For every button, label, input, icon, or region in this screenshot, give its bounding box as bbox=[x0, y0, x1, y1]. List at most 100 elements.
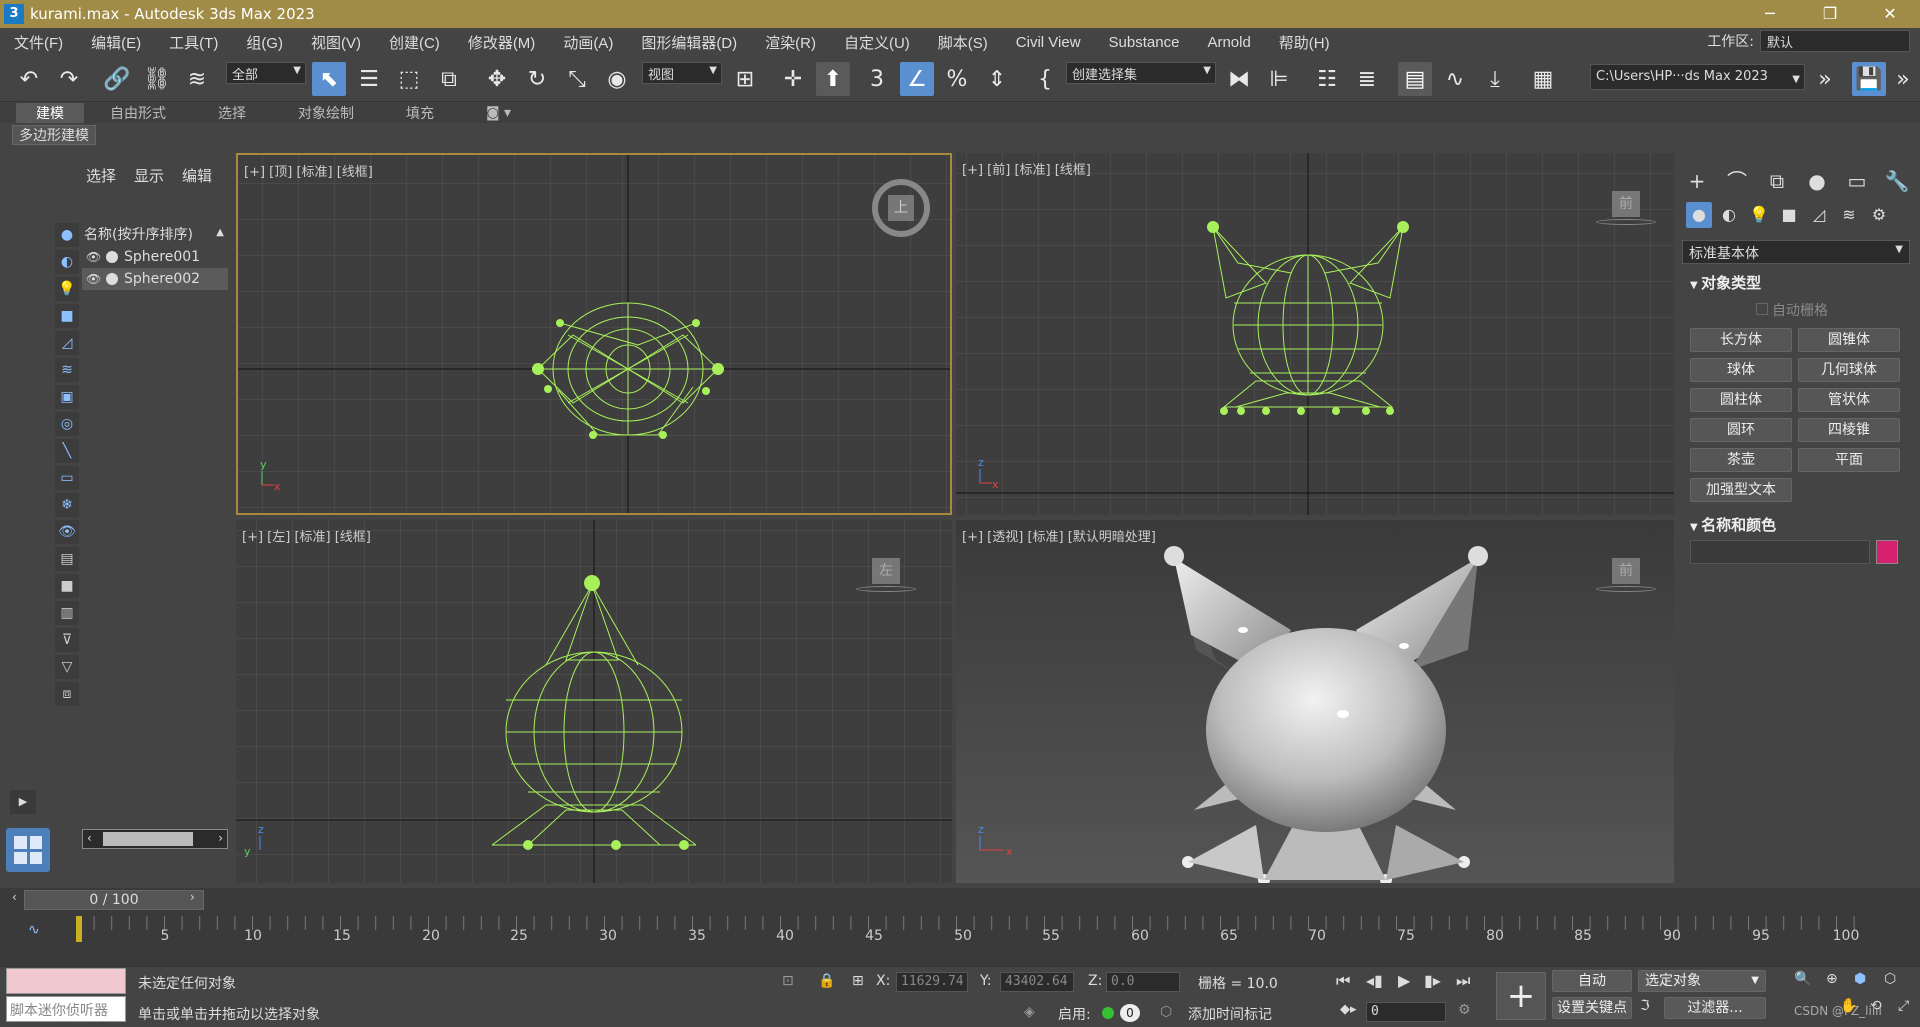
display-dependents-icon[interactable]: ▥ bbox=[55, 601, 79, 625]
menu-views[interactable]: 视图(V) bbox=[297, 32, 375, 53]
viewcube-face[interactable]: 前 bbox=[1612, 558, 1640, 584]
pyramid-button[interactable]: 四棱锥 bbox=[1798, 418, 1900, 442]
filter-icon[interactable]: ⊽ bbox=[55, 628, 79, 652]
angle-snap-icon[interactable]: ∠ bbox=[900, 62, 934, 96]
menu-substance[interactable]: Substance bbox=[1095, 34, 1194, 51]
ribbon-toggle-icon[interactable]: ▤ bbox=[1398, 62, 1432, 96]
schematic-view-icon[interactable]: ⤓ bbox=[1478, 62, 1512, 96]
ref-coord-dropdown[interactable]: 视图 ▼ bbox=[642, 62, 722, 84]
cameras-filter-icon[interactable]: ■ bbox=[55, 304, 79, 328]
time-slider[interactable]: 0 / 100 bbox=[24, 890, 204, 910]
viewcube[interactable]: 左 bbox=[856, 558, 916, 598]
rotate-icon[interactable]: ↻ bbox=[520, 62, 554, 96]
hidden-filter-icon[interactable]: 👁 bbox=[55, 520, 79, 544]
collapse-toolbar-icon[interactable]: » bbox=[1890, 62, 1916, 96]
menu-tools[interactable]: 工具(T) bbox=[155, 32, 232, 53]
lights-category-icon[interactable]: 💡 bbox=[1746, 202, 1772, 228]
save-icon[interactable]: 💾 bbox=[1852, 62, 1886, 96]
funnel-icon[interactable]: ▽ bbox=[55, 655, 79, 679]
explorer-tab-select[interactable]: 选择 bbox=[86, 165, 116, 186]
viewport-front[interactable]: z x [+] [前] [标准] [线框] 前 bbox=[956, 153, 1674, 515]
bones-filter-icon[interactable]: ╲ bbox=[55, 439, 79, 463]
list-item[interactable]: 👁 Sphere002 bbox=[82, 268, 228, 290]
zoom-extents-icon[interactable]: ⬢ bbox=[1854, 971, 1866, 987]
more-chevron-icon[interactable]: » bbox=[1808, 62, 1842, 96]
time-tag-icon[interactable]: ⬡ bbox=[1160, 1004, 1172, 1020]
layer-icon[interactable]: ⧈ bbox=[55, 682, 79, 706]
viewport-top[interactable]: y x [+] [顶] [标准] [线框] 上 bbox=[236, 153, 952, 515]
absolute-mode-icon[interactable]: ⊞ bbox=[852, 973, 864, 989]
prev-frame-icon[interactable]: ◂▮ bbox=[1366, 971, 1383, 990]
cone-button[interactable]: 圆锥体 bbox=[1798, 328, 1900, 352]
named-selection-icon[interactable]: { bbox=[1028, 62, 1062, 96]
set-key-plus-icon[interactable]: + bbox=[1496, 972, 1546, 1020]
add-time-tag[interactable]: 添加时间标记 bbox=[1188, 1004, 1272, 1024]
display-children-icon[interactable]: ▤ bbox=[55, 547, 79, 571]
z-coord-field[interactable]: 0.0 bbox=[1106, 972, 1180, 992]
adaptive-degradation-icon[interactable]: ◈ bbox=[1024, 1004, 1035, 1020]
teapot-button[interactable]: 茶壶 bbox=[1690, 448, 1792, 472]
pan-hand-icon[interactable]: ✋ bbox=[1840, 998, 1857, 1014]
motion-tab-icon[interactable]: ● bbox=[1802, 166, 1832, 196]
object-type-header[interactable]: ▼ 对象类型 bbox=[1690, 272, 1761, 293]
key-filter-dropdown[interactable]: 选定对象 ▼ bbox=[1638, 970, 1766, 992]
menu-create[interactable]: 创建(C) bbox=[375, 32, 454, 53]
ribbon-tab-modeling[interactable]: 建模 bbox=[16, 103, 84, 123]
name-column-header[interactable]: 名称(按升序排序) ▲ bbox=[82, 224, 228, 244]
scroll-right-icon[interactable]: › bbox=[218, 831, 223, 845]
menu-help[interactable]: 帮助(H) bbox=[1265, 32, 1344, 53]
zoom-icon[interactable]: 🔍 bbox=[1794, 971, 1811, 987]
helpers-filter-icon[interactable]: ◿ bbox=[55, 331, 79, 355]
viewcube-face[interactable]: 前 bbox=[1612, 191, 1640, 217]
expand-panel-icon[interactable]: ▶ bbox=[10, 790, 36, 814]
named-selection-dropdown[interactable]: 创建选择集 ▼ bbox=[1066, 62, 1216, 84]
viewport-label[interactable]: [+] [顶] [标准] [线框] bbox=[244, 161, 373, 180]
zoom-extents-all-icon[interactable]: ⬡ bbox=[1884, 971, 1896, 987]
systems-category-icon[interactable]: ⚙ bbox=[1866, 202, 1892, 228]
selection-lock-icon[interactable]: 🔒 bbox=[818, 973, 835, 989]
ribbon-options-icon[interactable]: ◙ ▾ bbox=[460, 105, 537, 121]
play-icon[interactable]: ▶ bbox=[1398, 971, 1410, 990]
ribbon-tab-freeform[interactable]: 自由形式 bbox=[84, 103, 192, 123]
enable-indicator-icon[interactable] bbox=[1102, 1007, 1114, 1019]
name-and-color-header[interactable]: ▼ 名称和颜色 bbox=[1690, 514, 1776, 535]
viewport-left[interactable]: z y [+] [左] [标准] [线框] 左 bbox=[236, 520, 952, 883]
polygon-modeling-label[interactable]: 多边形建模 bbox=[12, 125, 96, 145]
move-icon[interactable]: ✥ bbox=[480, 62, 514, 96]
material-editor-icon[interactable]: ▦ bbox=[1526, 62, 1560, 96]
menu-rendering[interactable]: 渲染(R) bbox=[751, 32, 830, 53]
select-manipulate-icon[interactable]: ✛ bbox=[776, 62, 810, 96]
menu-file[interactable]: 文件(F) bbox=[0, 32, 77, 53]
visibility-eye-icon[interactable]: 👁 bbox=[86, 272, 102, 286]
object-color-swatch[interactable] bbox=[1876, 540, 1898, 564]
workspace-dropdown[interactable]: 默认 bbox=[1760, 30, 1910, 52]
utilities-tab-icon[interactable]: 🔧 bbox=[1882, 166, 1912, 196]
keyboard-shortcut-override-icon[interactable]: ⬆ bbox=[816, 62, 850, 96]
viewport-layout-icon[interactable] bbox=[6, 828, 50, 872]
shapes-category-icon[interactable]: ◐ bbox=[1716, 202, 1742, 228]
viewport-label[interactable]: [+] [左] [标准] [线框] bbox=[242, 526, 371, 545]
unlink-icon[interactable]: ⛓ bbox=[140, 62, 174, 96]
select-object-icon[interactable]: ⬉ bbox=[312, 62, 346, 96]
explorer-tab-display[interactable]: 显示 bbox=[134, 165, 164, 186]
menu-graph-editors[interactable]: 图形编辑器(D) bbox=[627, 32, 751, 53]
menu-group[interactable]: 组(G) bbox=[232, 32, 297, 53]
mini-curve-editor-icon[interactable]: ∿ bbox=[28, 922, 40, 938]
time-slider-next-icon[interactable]: › bbox=[190, 890, 195, 904]
display-influences-icon[interactable]: ■ bbox=[55, 574, 79, 598]
hierarchy-tab-icon[interactable]: ⧉ bbox=[1762, 166, 1792, 196]
viewcube-face[interactable]: 上 bbox=[888, 195, 914, 221]
list-item[interactable]: 👁 Sphere001 bbox=[82, 246, 228, 268]
minimize-button[interactable]: ─ bbox=[1740, 0, 1800, 28]
spinner-snap-icon[interactable]: ⇕ bbox=[980, 62, 1014, 96]
set-key-button[interactable]: 设置关键点 bbox=[1552, 997, 1632, 1019]
viewcube[interactable]: 前 bbox=[1596, 191, 1656, 231]
scale-icon[interactable]: ⤡ bbox=[560, 62, 594, 96]
scroll-left-icon[interactable]: ‹ bbox=[87, 831, 92, 845]
pivot-center-icon[interactable]: ⊞ bbox=[728, 62, 762, 96]
toggle-scene-explorer-icon[interactable]: ☷ bbox=[1310, 62, 1344, 96]
redo-icon[interactable]: ↷ bbox=[52, 62, 86, 96]
close-button[interactable]: ✕ bbox=[1860, 0, 1920, 28]
tube-button[interactable]: 管状体 bbox=[1798, 388, 1900, 412]
viewport-label[interactable]: [+] [透视] [标准] [默认明暗处理] bbox=[962, 526, 1156, 545]
